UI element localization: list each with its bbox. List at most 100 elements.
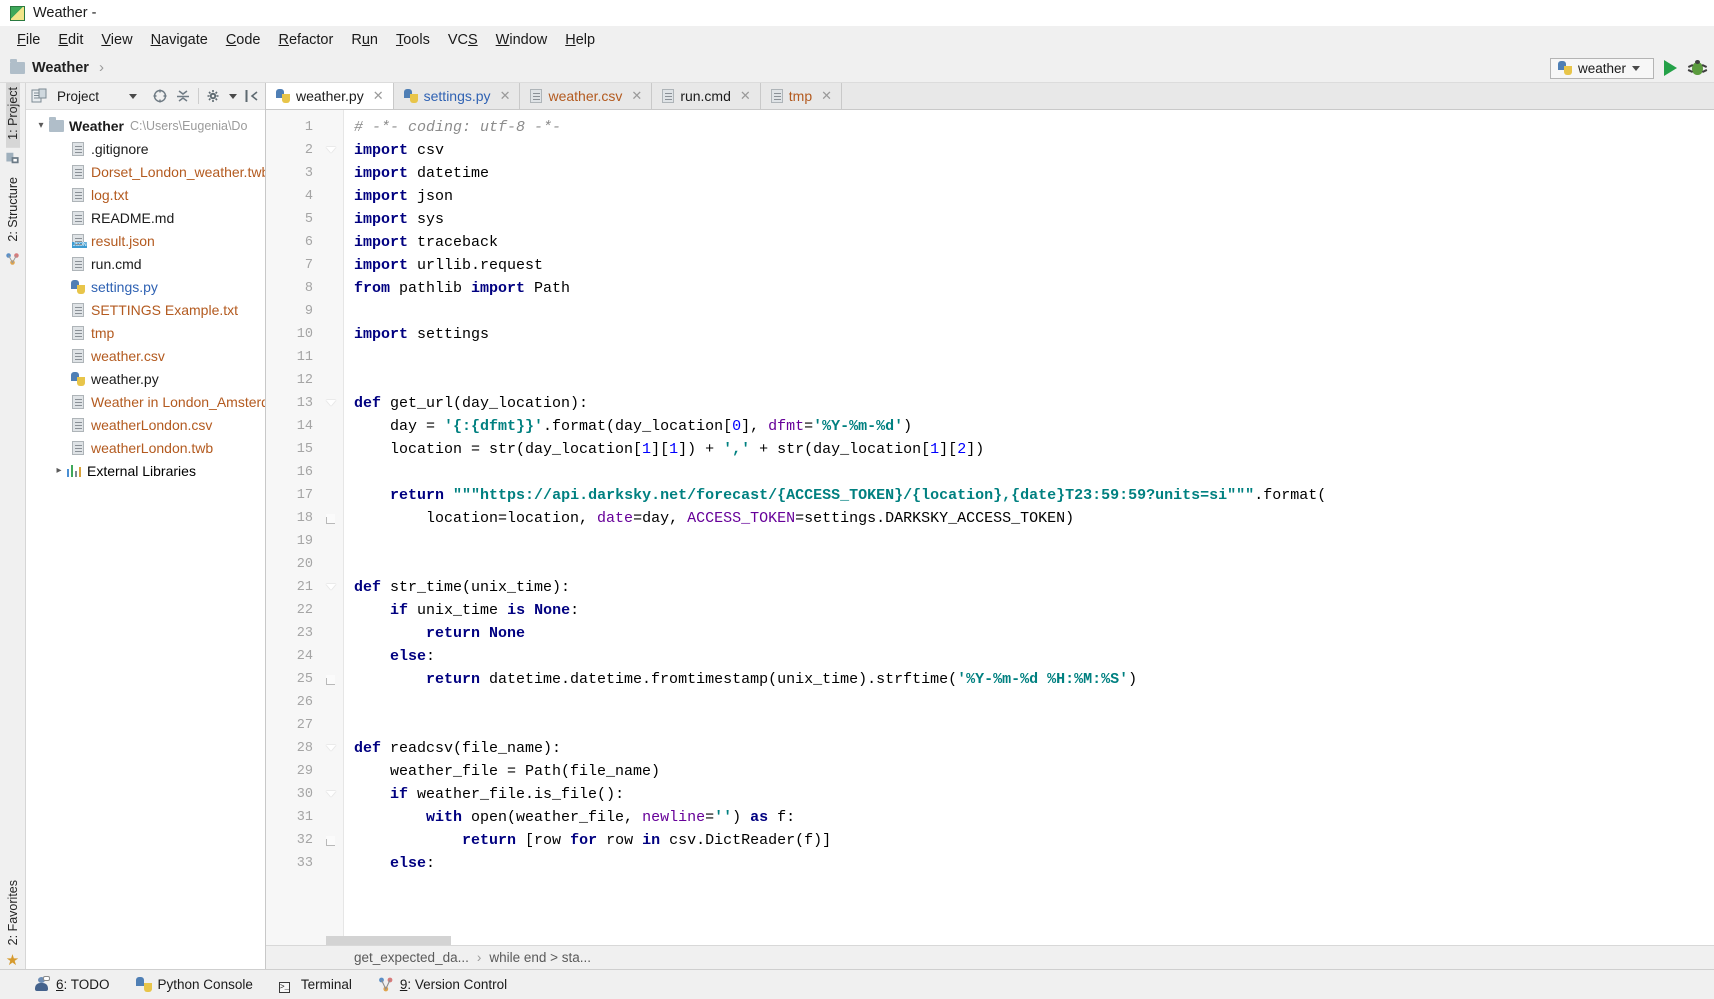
fold-toggle-icon[interactable] xyxy=(326,146,335,155)
chevron-down-icon[interactable] xyxy=(129,93,137,99)
code-line[interactable]: if weather_file.is_file(): xyxy=(354,783,1714,806)
breadcrumb-project[interactable]: Weather xyxy=(32,60,89,76)
code-line[interactable]: if unix_time is None: xyxy=(354,599,1714,622)
code-line[interactable]: import json xyxy=(354,185,1714,208)
project-tree[interactable]: ▾ Weather C:\Users\Eugenia\Do .gitignore… xyxy=(26,110,265,969)
editor-tab-weather-py[interactable]: weather.py ✕ xyxy=(266,83,394,109)
close-icon[interactable]: ✕ xyxy=(631,88,642,104)
tree-node-file[interactable]: SETTINGS Example.txt xyxy=(26,298,265,321)
fold-toggle-icon[interactable] xyxy=(326,744,335,753)
tree-node-root[interactable]: ▾ Weather C:\Users\Eugenia\Do xyxy=(26,114,265,137)
menu-tools[interactable]: Tools xyxy=(387,29,439,51)
menu-run[interactable]: Run xyxy=(342,29,387,51)
collapse-all-icon[interactable] xyxy=(175,88,191,104)
code-line[interactable]: # -*- coding: utf-8 -*- xyxy=(354,116,1714,139)
code-line[interactable] xyxy=(354,553,1714,576)
close-icon[interactable]: ✕ xyxy=(821,88,832,104)
code-line[interactable]: import settings xyxy=(354,323,1714,346)
status-python-console[interactable]: Python Console xyxy=(135,977,253,992)
code-line[interactable]: def str_time(unix_time): xyxy=(354,576,1714,599)
code-line[interactable]: return [row for row in csv.DictReader(f)… xyxy=(354,829,1714,852)
editor-area[interactable]: 1 2 3 4 5 6 7 8 9 10 11 12 13 14 15 16 17 18 19 20 21 22 23 24 2… xyxy=(266,110,1714,945)
editor-tab-tmp[interactable]: tmp ✕ xyxy=(760,83,843,109)
code-line[interactable] xyxy=(354,461,1714,484)
menu-navigate[interactable]: Navigate xyxy=(142,29,217,51)
code-line[interactable] xyxy=(354,346,1714,369)
tree-node-file[interactable]: README.md xyxy=(26,206,265,229)
tree-node-file[interactable]: JSON result.json xyxy=(26,229,265,252)
close-icon[interactable]: ✕ xyxy=(373,88,384,104)
debug-button[interactable] xyxy=(1687,59,1708,76)
horizontal-scrollbar[interactable] xyxy=(326,936,451,945)
tree-node-file[interactable]: settings.py xyxy=(26,275,265,298)
tree-node-file[interactable]: weatherLondon.csv xyxy=(26,413,265,436)
code-line[interactable]: with open(weather_file, newline='') as f… xyxy=(354,806,1714,829)
fold-toggle-icon[interactable] xyxy=(326,790,335,799)
run-configuration-selector[interactable]: weather xyxy=(1550,57,1654,79)
tree-node-file[interactable]: .gitignore xyxy=(26,137,265,160)
chevron-down-icon[interactable]: ▾ xyxy=(34,120,48,131)
hide-panel-icon[interactable] xyxy=(244,88,260,104)
locate-target-icon[interactable] xyxy=(152,88,168,104)
tree-node-file[interactable]: weather.py xyxy=(26,367,265,390)
code-line[interactable]: import traceback xyxy=(354,231,1714,254)
menu-code[interactable]: Code xyxy=(217,29,270,51)
code-line[interactable]: import datetime xyxy=(354,162,1714,185)
editor-tab-run-cmd[interactable]: run.cmd ✕ xyxy=(652,83,761,109)
code-line[interactable]: location = str(day_location[1][1]) + ','… xyxy=(354,438,1714,461)
tree-node-file[interactable]: Weather in London_Amsterd xyxy=(26,390,265,413)
tree-node-file[interactable]: tmp xyxy=(26,321,265,344)
tree-node-file[interactable]: weather.csv xyxy=(26,344,265,367)
code-line[interactable] xyxy=(354,300,1714,323)
editor-tab-strip[interactable]: weather.py ✕ settings.py ✕ weather.csv ✕ run.c… xyxy=(266,83,1714,110)
code-line[interactable]: import urllib.request xyxy=(354,254,1714,277)
breadcrumb-item-2[interactable]: while end > sta... xyxy=(489,950,591,965)
tree-node-file[interactable]: Dorset_London_weather.twb xyxy=(26,160,265,183)
code-line[interactable]: else: xyxy=(354,645,1714,668)
menu-help[interactable]: Help xyxy=(556,29,604,51)
status-version-control[interactable]: 9: Version Control xyxy=(378,977,507,992)
status-todo[interactable]: 6: TODO xyxy=(34,976,110,992)
code-line[interactable]: else: xyxy=(354,852,1714,875)
code-content[interactable]: # -*- coding: utf-8 -*- import csv import … xyxy=(344,110,1714,945)
run-button[interactable] xyxy=(1664,60,1677,76)
menu-window[interactable]: Window xyxy=(487,29,557,51)
tree-node-file[interactable]: log.txt xyxy=(26,183,265,206)
menu-refactor[interactable]: Refactor xyxy=(270,29,343,51)
code-line[interactable]: return datetime.datetime.fromtimestamp(u… xyxy=(354,668,1714,691)
code-line[interactable]: def readcsv(file_name): xyxy=(354,737,1714,760)
code-line[interactable]: def get_url(day_location): xyxy=(354,392,1714,415)
code-line[interactable]: location=location, date=day, ACCESS_TOKE… xyxy=(354,507,1714,530)
close-icon[interactable]: ✕ xyxy=(740,88,751,104)
code-line[interactable] xyxy=(354,369,1714,392)
code-line[interactable]: return None xyxy=(354,622,1714,645)
code-line[interactable] xyxy=(354,691,1714,714)
status-terminal[interactable]: >_ Terminal xyxy=(278,977,352,993)
code-line[interactable]: weather_file = Path(file_name) xyxy=(354,760,1714,783)
code-line[interactable]: import sys xyxy=(354,208,1714,231)
tool-tab-favorites[interactable]: 2: Favorites xyxy=(6,876,20,953)
editor-tab-weather-csv[interactable]: weather.csv ✕ xyxy=(520,83,653,109)
code-line[interactable] xyxy=(354,530,1714,553)
code-line[interactable]: return """https://api.darksky.net/foreca… xyxy=(354,484,1714,507)
gear-icon[interactable] xyxy=(206,88,222,104)
tool-tab-structure[interactable]: 2: Structure xyxy=(6,173,20,250)
menu-vcs[interactable]: VCS xyxy=(439,29,487,51)
fold-toggle-icon[interactable] xyxy=(326,583,335,592)
tree-node-file[interactable]: run.cmd xyxy=(26,252,265,275)
chevron-right-icon[interactable]: ▸ xyxy=(52,465,66,476)
tree-node-external-libraries[interactable]: ▸ External Libraries xyxy=(26,459,265,482)
menu-view[interactable]: View xyxy=(92,29,141,51)
tool-tab-project[interactable]: 1: Project xyxy=(5,83,20,148)
breadcrumb-item-1[interactable]: get_expected_da... xyxy=(354,950,469,965)
code-line[interactable]: import csv xyxy=(354,139,1714,162)
code-line[interactable] xyxy=(354,714,1714,737)
editor-tab-settings-py[interactable]: settings.py ✕ xyxy=(393,83,521,109)
close-icon[interactable]: ✕ xyxy=(500,88,511,104)
tree-node-file[interactable]: weatherLondon.twb xyxy=(26,436,265,459)
menu-file[interactable]: File xyxy=(8,29,49,51)
chevron-down-icon[interactable] xyxy=(229,93,237,99)
code-line[interactable]: day = '{:{dfmt}}'.format(day_location[0]… xyxy=(354,415,1714,438)
menu-edit[interactable]: Edit xyxy=(49,29,92,51)
fold-toggle-icon[interactable] xyxy=(326,399,335,408)
